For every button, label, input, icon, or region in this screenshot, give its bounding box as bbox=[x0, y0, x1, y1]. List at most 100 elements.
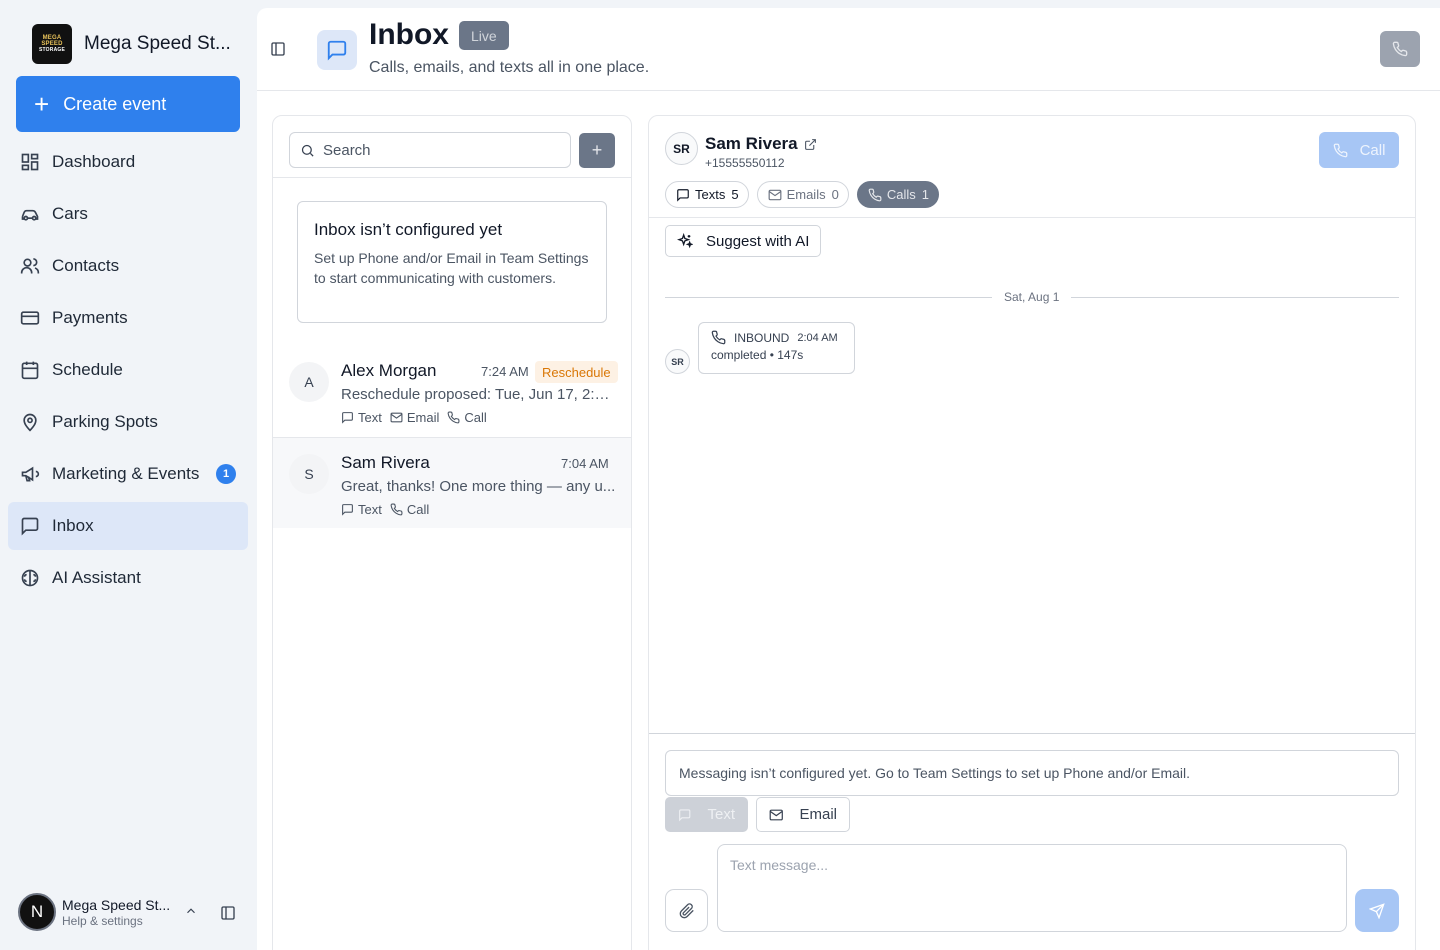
panel-toggle-icon[interactable] bbox=[220, 905, 236, 921]
call-button[interactable]: Call bbox=[1319, 132, 1399, 168]
sidebar-item-label: Payments bbox=[52, 308, 128, 327]
sparkles-icon bbox=[677, 233, 693, 249]
avatar: SR bbox=[665, 132, 698, 165]
dashboard-icon bbox=[21, 153, 39, 171]
sidebar-item-payments[interactable]: Payments bbox=[8, 294, 248, 342]
messaging-not-configured-warning: Messaging isn’t configured yet. Go to Te… bbox=[665, 750, 1399, 796]
call-label: Call bbox=[1359, 141, 1386, 159]
contact-name: Sam Rivera bbox=[705, 134, 798, 153]
text-mode-label: Text bbox=[707, 806, 735, 823]
conversation-channels: Text Email Call bbox=[341, 410, 495, 425]
phone-icon bbox=[447, 411, 460, 424]
brand-logo-text: MEGA SPEED bbox=[41, 34, 63, 48]
chevron-up-icon[interactable] bbox=[184, 904, 198, 918]
filter-count: 5 bbox=[731, 187, 739, 202]
phone-incoming-icon bbox=[711, 330, 726, 345]
composer-mode-row: Text Email bbox=[665, 797, 858, 832]
page-header: Inbox Live Calls, emails, and texts all … bbox=[257, 8, 1440, 91]
sidebar-item-label: AI Assistant bbox=[52, 568, 141, 587]
new-conversation-button[interactable]: + bbox=[579, 133, 615, 168]
mail-icon bbox=[768, 189, 781, 200]
phone-icon bbox=[868, 188, 882, 201]
filter-texts[interactable]: Texts 5 bbox=[665, 181, 749, 208]
conversation-name: Alex Morgan bbox=[341, 361, 437, 380]
channel-filters: Texts 5 Emails 0 Calls 1 bbox=[665, 181, 947, 208]
contact-phone: +15555550112 bbox=[705, 156, 785, 170]
channel-text: Text bbox=[341, 410, 382, 425]
call-time: 2:04 AM bbox=[797, 331, 838, 344]
paperclip-icon bbox=[679, 902, 694, 918]
sidebar-item-inbox[interactable]: Inbox bbox=[8, 502, 248, 550]
sidebar-item-ai-assistant[interactable]: AI Assistant bbox=[8, 554, 248, 602]
map-pin-icon bbox=[23, 413, 37, 432]
reschedule-badge: Reschedule bbox=[535, 361, 618, 383]
notice-title: Inbox isn’t configured yet bbox=[314, 220, 503, 239]
live-badge: Live bbox=[459, 21, 509, 50]
avatar: N bbox=[18, 893, 56, 931]
user-menu[interactable]: N Mega Speed St... Help & settings bbox=[18, 893, 170, 931]
attach-button[interactable] bbox=[665, 889, 708, 932]
suggest-label: Suggest with AI bbox=[706, 232, 810, 250]
filter-emails[interactable]: Emails 0 bbox=[756, 181, 849, 208]
create-event-button[interactable]: + Create event bbox=[16, 76, 240, 132]
page-subtitle: Calls, emails, and texts all in one plac… bbox=[369, 59, 650, 76]
call-event-card[interactable]: INBOUND 2:04 AM completed • 147s bbox=[698, 322, 855, 374]
sidebar-item-cars[interactable]: Cars bbox=[8, 190, 248, 238]
date-separator: Sat, Aug 1 bbox=[665, 288, 1399, 308]
inbox-not-configured-notice: Inbox isn’t configured yet Set up Phone … bbox=[297, 201, 607, 323]
date-label: Sat, Aug 1 bbox=[1004, 290, 1060, 304]
user-sub: Help & settings bbox=[62, 913, 143, 928]
channel-label: Text bbox=[358, 410, 382, 425]
message-input[interactable] bbox=[717, 844, 1347, 932]
sidebar-toggle-icon[interactable] bbox=[270, 41, 286, 57]
filter-label: Emails bbox=[786, 187, 826, 202]
notification-badge: 1 bbox=[216, 464, 236, 484]
card-icon bbox=[20, 311, 40, 325]
channel-label: Call bbox=[406, 502, 430, 517]
avatar: S bbox=[289, 454, 329, 494]
header-call-button[interactable] bbox=[1380, 31, 1420, 67]
user-name: Mega Speed St... bbox=[62, 896, 171, 913]
brand[interactable]: MEGA SPEED STORAGE Mega Speed St... bbox=[32, 24, 231, 64]
channel-label: Email bbox=[406, 410, 440, 425]
divider bbox=[665, 297, 992, 298]
search-input[interactable] bbox=[323, 141, 563, 159]
phone-icon bbox=[1392, 41, 1408, 57]
filter-label: Calls bbox=[886, 187, 916, 202]
sidebar-item-marketing-events[interactable]: Marketing & Events 1 bbox=[8, 450, 248, 498]
call-event-header: INBOUND 2:04 AM bbox=[711, 330, 842, 345]
message-square-icon bbox=[21, 517, 39, 536]
sidebar-item-label: Contacts bbox=[52, 256, 120, 275]
search-row: + bbox=[273, 116, 631, 178]
search-box[interactable] bbox=[289, 132, 571, 168]
sidebar-item-dashboard[interactable]: Dashboard bbox=[8, 138, 248, 186]
contact-name-link[interactable]: Sam Rivera bbox=[705, 134, 817, 154]
megaphone-icon bbox=[21, 466, 40, 482]
main-content: Inbox Live Calls, emails, and texts all … bbox=[257, 8, 1440, 950]
call-status: completed • 147s bbox=[711, 348, 804, 362]
plus-icon: + bbox=[34, 89, 50, 119]
conversation-detail-panel: SR Sam Rivera +15555550112 Call Texts 5 … bbox=[648, 115, 1416, 950]
text-mode-button[interactable]: Text bbox=[665, 797, 748, 832]
conversation-preview: Reschedule proposed: Tue, Jun 17, 2:00 .… bbox=[341, 386, 617, 403]
mail-icon bbox=[769, 809, 783, 820]
sidebar-item-contacts[interactable]: Contacts bbox=[8, 242, 248, 290]
conversation-time: 7:24 AM bbox=[481, 364, 529, 379]
users-icon bbox=[20, 258, 40, 274]
sidebar-item-schedule[interactable]: Schedule bbox=[8, 346, 248, 394]
filter-calls[interactable]: Calls 1 bbox=[856, 181, 939, 208]
conversation-preview: Great, thanks! One more thing — any u... bbox=[341, 478, 616, 495]
mail-icon bbox=[390, 412, 403, 423]
suggest-with-ai-button[interactable]: Suggest with AI bbox=[665, 225, 822, 257]
send-button[interactable] bbox=[1355, 889, 1399, 932]
sidebar-item-parking-spots[interactable]: Parking Spots bbox=[8, 398, 248, 446]
filter-count: 0 bbox=[831, 187, 839, 202]
sidebar-item-label: Marketing & Events bbox=[52, 464, 200, 483]
avatar: SR bbox=[665, 349, 690, 374]
divider bbox=[1071, 297, 1399, 298]
channel-text: Text bbox=[341, 502, 382, 517]
message-square-icon bbox=[677, 188, 689, 202]
conversation-item-sam-rivera[interactable]: S Sam Rivera 7:04 AM Great, thanks! One … bbox=[273, 438, 631, 528]
conversation-item-alex-morgan[interactable]: A Alex Morgan 7:24 AM Reschedule Resched… bbox=[273, 346, 631, 438]
email-mode-button[interactable]: Email bbox=[756, 797, 850, 832]
